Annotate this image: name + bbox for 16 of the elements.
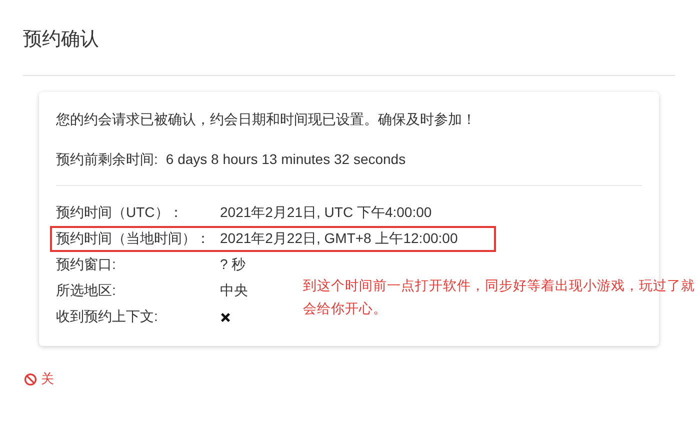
detail-label: 收到预约上下文: — [56, 308, 159, 326]
annotation-text: 到这个时间前一点打开软件，同步好等着出现小游戏，玩过了就会给你开心。 — [303, 277, 695, 318]
confirmation-message: 您的约会请求已被确认，约会日期和时间现已设置。确保及时参加！ — [56, 110, 477, 129]
detail-label: 所选地区: — [56, 282, 117, 300]
detail-value: ? 秒 — [220, 256, 246, 274]
dialog-title: 预约确认 — [23, 28, 100, 52]
detail-value: 2021年2月21日, UTC 下午4:00:00 — [220, 204, 432, 222]
detail-value: 2021年2月22日, GMT+8 上午12:00:00 — [220, 230, 458, 248]
close-button[interactable]: 关 — [22, 368, 56, 390]
ban-icon — [24, 372, 37, 386]
detail-label: 预约时间（UTC）： — [56, 204, 184, 222]
detail-label: 预约时间（当地时间）： — [56, 230, 211, 248]
detail-value: 中央 — [220, 282, 248, 300]
countdown-label: 预约前剩余时间: — [56, 150, 158, 169]
detail-label: 预约窗口: — [56, 256, 117, 274]
countdown-value: 6 days 8 hours 13 minutes 32 seconds — [166, 150, 406, 169]
